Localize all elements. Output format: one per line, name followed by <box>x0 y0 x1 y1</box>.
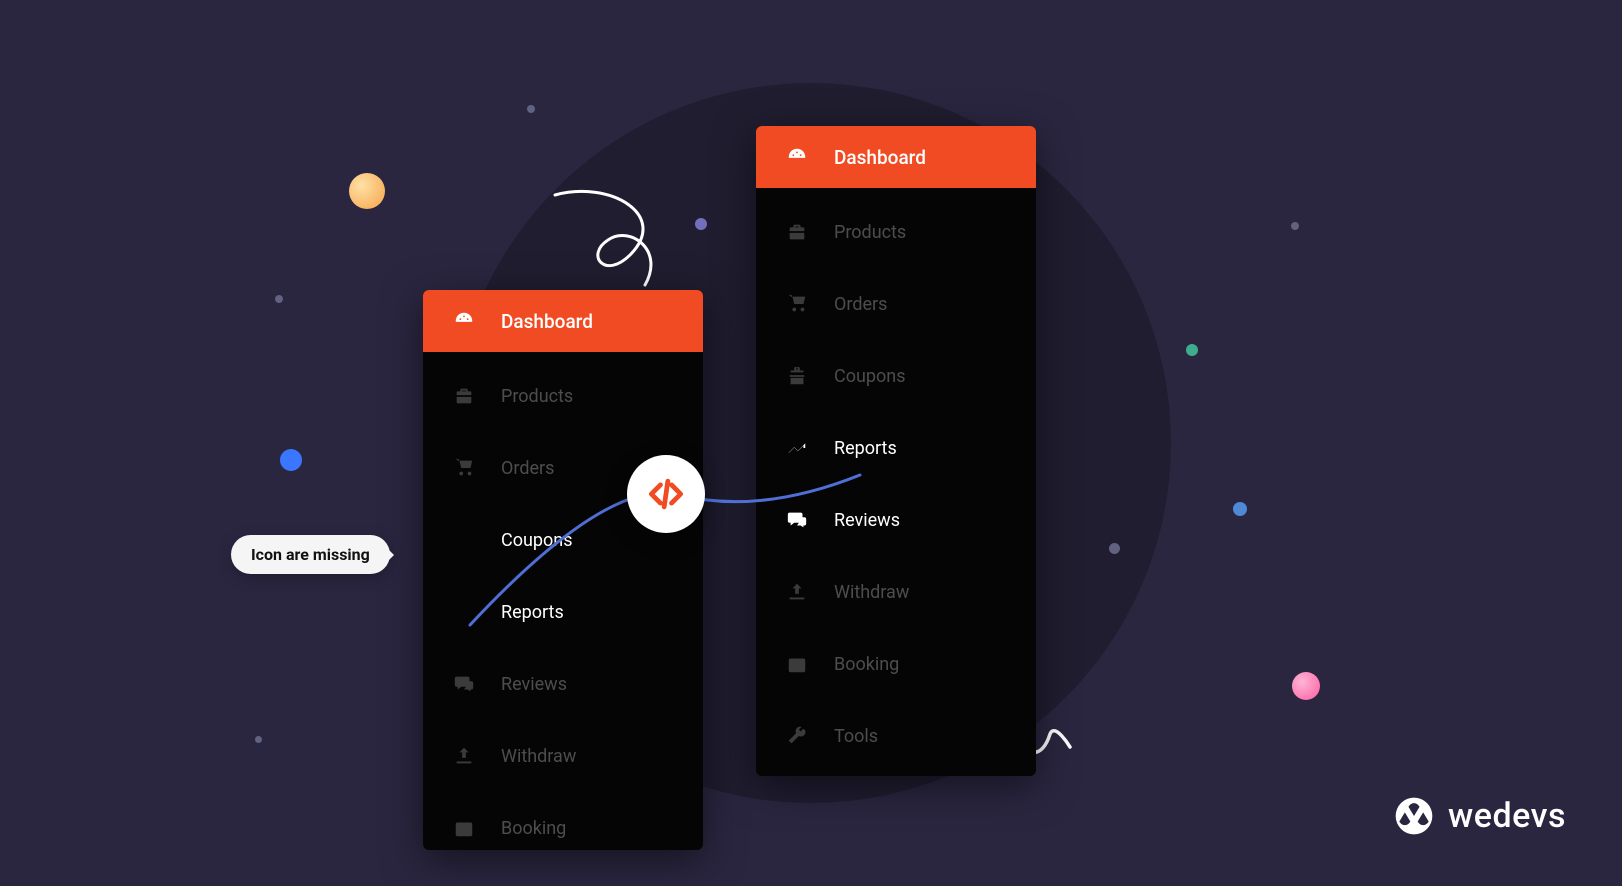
sidebar-item-coupons[interactable]: Coupons <box>756 340 1036 412</box>
sidebar-item-dashboard[interactable]: Dashboard <box>423 290 703 352</box>
sidebar-item-label: Booking <box>834 654 899 675</box>
reviews-icon <box>786 509 808 531</box>
cart-icon <box>786 293 808 315</box>
sidebar-item-withdraw[interactable]: Withdraw <box>756 556 1036 628</box>
trend-icon <box>786 437 808 459</box>
sidebar-item-withdraw[interactable]: Withdraw <box>423 720 703 792</box>
decorative-dot <box>527 105 535 113</box>
sidebar-item-dashboard[interactable]: Dashboard <box>756 126 1036 188</box>
sidebar-item-label: Booking <box>501 818 566 839</box>
decorative-squiggle <box>550 185 700 295</box>
upload-icon <box>453 745 475 767</box>
dashboard-icon <box>786 146 808 168</box>
dashboard-icon <box>453 310 475 332</box>
briefcase-icon <box>786 221 808 243</box>
decorative-dot <box>1291 222 1299 230</box>
sidebar-item-products[interactable]: Products <box>756 196 1036 268</box>
cart-icon <box>453 457 475 479</box>
sidebar-item-label: Withdraw <box>834 582 909 603</box>
sidebar-menu: Products Orders Coupons Reports Reviews … <box>423 352 703 850</box>
sidebar-item-booking[interactable]: Booking <box>756 628 1036 700</box>
sidebar-item-label: Dashboard <box>834 146 926 169</box>
wrench-icon <box>786 725 808 747</box>
decorative-dot <box>349 173 385 209</box>
brand-name: wedevs <box>1448 796 1566 836</box>
sidebar-menu: Products Orders Coupons Reports Reviews … <box>756 188 1036 772</box>
decorative-dot <box>1233 502 1247 516</box>
decorative-dot <box>1186 344 1198 356</box>
calendar-icon <box>786 653 808 675</box>
sidebar-panel-right: Dashboard Products Orders Coupons Report… <box>756 126 1036 776</box>
sidebar-item-label: Reports <box>501 602 564 623</box>
sidebar-item-label: Products <box>834 222 906 243</box>
wedevs-icon <box>1392 794 1436 838</box>
sidebar-item-label: Reports <box>834 438 897 459</box>
sidebar-item-tools[interactable]: Tools <box>756 700 1036 772</box>
sidebar-item-label: Dashboard <box>501 310 593 333</box>
tooltip-text: Icon are missing <box>251 545 370 564</box>
sidebar-item-label: Products <box>501 386 573 407</box>
sidebar-item-label: Tools <box>834 726 878 747</box>
sidebar-panel-left: Dashboard Products Orders Coupons Report… <box>423 290 703 850</box>
sidebar-item-reviews[interactable]: Reviews <box>423 648 703 720</box>
sidebar-item-label: Reviews <box>834 510 900 531</box>
sidebar-item-products[interactable]: Products <box>423 360 703 432</box>
code-badge <box>627 455 705 533</box>
reviews-icon <box>453 673 475 695</box>
sidebar-item-label: Reviews <box>501 674 567 695</box>
decorative-dot <box>1292 672 1320 700</box>
sidebar-item-reviews[interactable]: Reviews <box>756 484 1036 556</box>
decorative-dot <box>275 295 283 303</box>
gift-icon <box>786 365 808 387</box>
sidebar-item-reports[interactable]: Reports <box>756 412 1036 484</box>
sidebar-item-reports[interactable]: Reports <box>423 576 703 648</box>
code-icon <box>644 472 688 516</box>
sidebar-item-label: Orders <box>834 294 887 315</box>
sidebar-item-booking[interactable]: Booking <box>423 792 703 850</box>
decorative-dot <box>280 449 302 471</box>
decorative-dot <box>1109 543 1120 554</box>
sidebar-item-label: Withdraw <box>501 746 576 767</box>
sidebar-item-label: Coupons <box>501 530 573 551</box>
upload-icon <box>786 581 808 603</box>
tooltip-icons-missing: Icon are missing <box>231 535 390 574</box>
sidebar-item-orders[interactable]: Orders <box>756 268 1036 340</box>
sidebar-item-label: Orders <box>501 458 554 479</box>
calendar-icon <box>453 817 475 839</box>
decorative-dot <box>255 736 262 743</box>
sidebar-item-label: Coupons <box>834 366 906 387</box>
brand-logo: wedevs <box>1392 794 1566 838</box>
briefcase-icon <box>453 385 475 407</box>
